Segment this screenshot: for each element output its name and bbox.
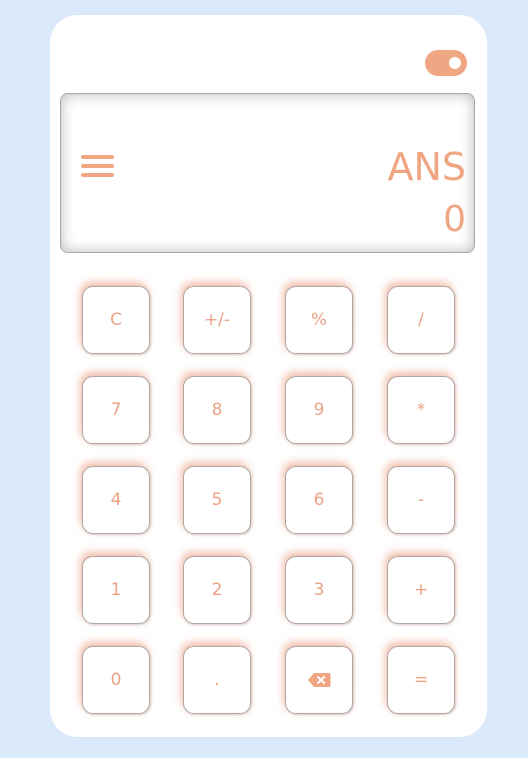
key-1[interactable]: 1 <box>82 556 150 624</box>
toggle-knob <box>449 57 461 69</box>
key-subtract[interactable]: - <box>387 466 455 534</box>
key-0[interactable]: 0 <box>82 646 150 714</box>
key-8[interactable]: 8 <box>183 376 251 444</box>
key-divide[interactable]: / <box>387 286 455 354</box>
key-3[interactable]: 3 <box>285 556 353 624</box>
key-6[interactable]: 6 <box>285 466 353 534</box>
key-2[interactable]: 2 <box>183 556 251 624</box>
key-add[interactable]: + <box>387 556 455 624</box>
key-9[interactable]: 9 <box>285 376 353 444</box>
key-decimal[interactable]: . <box>183 646 251 714</box>
calculator-display: ANS 0 <box>60 93 475 253</box>
backspace-icon <box>308 673 331 687</box>
key-multiply[interactable]: * <box>387 376 455 444</box>
display-value: 0 <box>443 199 466 240</box>
key-sign[interactable]: +/- <box>183 286 251 354</box>
menu-icon[interactable] <box>81 155 115 177</box>
display-label: ANS <box>387 145 466 189</box>
key-backspace[interactable] <box>285 646 353 714</box>
key-equals[interactable]: = <box>387 646 455 714</box>
key-clear[interactable]: C <box>82 286 150 354</box>
calculator-body: ANS 0 C +/- % / 7 8 9 * 4 5 6 - 1 2 3 + … <box>50 15 487 737</box>
key-5[interactable]: 5 <box>183 466 251 534</box>
key-percent[interactable]: % <box>285 286 353 354</box>
theme-toggle[interactable] <box>425 50 467 76</box>
key-4[interactable]: 4 <box>82 466 150 534</box>
key-7[interactable]: 7 <box>82 376 150 444</box>
